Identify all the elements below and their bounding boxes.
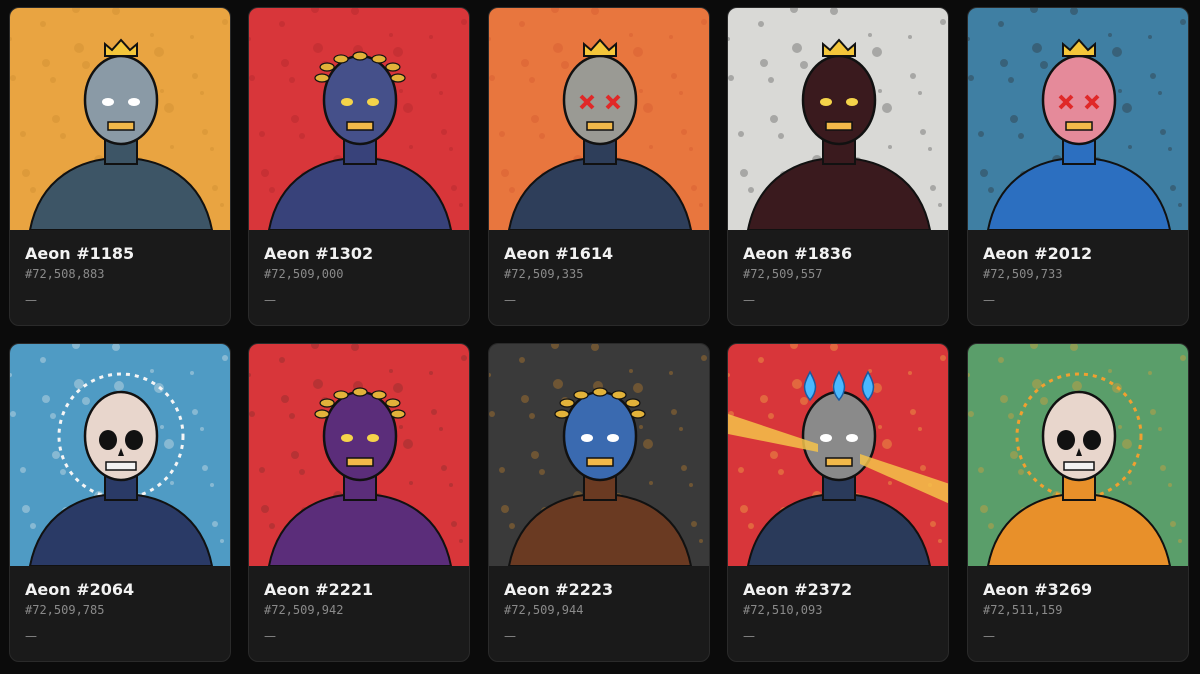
nft-card[interactable]: Aeon #1185 #72,508,883 — <box>9 7 231 326</box>
nft-card-meta: Aeon #2223 #72,509,944 — <box>504 580 699 644</box>
nft-card[interactable]: Aeon #2012 #72,509,733 — <box>967 7 1189 326</box>
nft-artwork-image <box>968 344 1188 566</box>
nft-artwork-image <box>489 344 709 566</box>
nft-name[interactable]: Aeon #2221 <box>264 580 459 600</box>
nft-card-meta: Aeon #3269 #72,511,159 — <box>983 580 1178 644</box>
nft-card-meta: Aeon #1185 #72,508,883 — <box>25 244 220 308</box>
nft-name[interactable]: Aeon #1185 <box>25 244 220 264</box>
nft-artwork[interactable] <box>489 344 709 566</box>
nft-name[interactable]: Aeon #2012 <box>983 244 1178 264</box>
nft-card-meta: Aeon #1614 #72,509,335 — <box>504 244 699 308</box>
nft-card[interactable]: Aeon #3269 #72,511,159 — <box>967 343 1189 662</box>
nft-name[interactable]: Aeon #1302 <box>264 244 459 264</box>
nft-name[interactable]: Aeon #2372 <box>743 580 938 600</box>
nft-card[interactable]: Aeon #1836 #72,509,557 — <box>727 7 949 326</box>
nft-number: #72,509,733 <box>983 267 1063 281</box>
nft-price: — <box>983 629 995 643</box>
nft-artwork-image <box>728 344 948 566</box>
nft-artwork[interactable] <box>968 344 1188 566</box>
nft-artwork[interactable] <box>10 344 230 566</box>
nft-card-meta: Aeon #1302 #72,509,000 — <box>264 244 459 308</box>
nft-card-meta: Aeon #2064 #72,509,785 — <box>25 580 220 644</box>
nft-number: #72,509,944 <box>504 603 584 617</box>
nft-number: #72,509,942 <box>264 603 344 617</box>
nft-card[interactable]: Aeon #2223 #72,509,944 — <box>488 343 710 662</box>
nft-number: #72,510,093 <box>743 603 823 617</box>
nft-artwork-image <box>968 8 1188 230</box>
nft-name[interactable]: Aeon #2064 <box>25 580 220 600</box>
nft-artwork-image <box>489 8 709 230</box>
nft-card[interactable]: Aeon #1614 #72,509,335 — <box>488 7 710 326</box>
nft-name[interactable]: Aeon #2223 <box>504 580 699 600</box>
nft-artwork-image <box>10 344 230 566</box>
nft-card[interactable]: Aeon #2221 #72,509,942 — <box>248 343 470 662</box>
nft-card-meta: Aeon #1836 #72,509,557 — <box>743 244 938 308</box>
nft-card-meta: Aeon #2372 #72,510,093 — <box>743 580 938 644</box>
nft-price: — <box>743 293 755 307</box>
nft-number: #72,511,159 <box>983 603 1063 617</box>
nft-price: — <box>25 293 37 307</box>
nft-artwork[interactable] <box>249 8 469 230</box>
nft-number: #72,509,000 <box>264 267 344 281</box>
nft-price: — <box>504 293 516 307</box>
nft-price: — <box>264 629 276 643</box>
nft-number: #72,509,557 <box>743 267 823 281</box>
nft-artwork-image <box>249 8 469 230</box>
nft-name[interactable]: Aeon #3269 <box>983 580 1178 600</box>
nft-artwork-image <box>728 8 948 230</box>
nft-card[interactable]: Aeon #1302 #72,509,000 — <box>248 7 470 326</box>
nft-price: — <box>264 293 276 307</box>
nft-number: #72,509,785 <box>25 603 105 617</box>
nft-card[interactable]: Aeon #2064 #72,509,785 — <box>9 343 231 662</box>
nft-grid: Aeon #1185 #72,508,883 — Aeon #1302 #72,… <box>0 0 1200 674</box>
nft-number: #72,508,883 <box>25 267 105 281</box>
nft-card-meta: Aeon #2221 #72,509,942 — <box>264 580 459 644</box>
nft-number: #72,509,335 <box>504 267 584 281</box>
nft-artwork[interactable] <box>489 8 709 230</box>
nft-card[interactable]: Aeon #2372 #72,510,093 — <box>727 343 949 662</box>
nft-price: — <box>983 293 995 307</box>
nft-card-meta: Aeon #2012 #72,509,733 — <box>983 244 1178 308</box>
nft-price: — <box>25 629 37 643</box>
nft-artwork-image <box>249 344 469 566</box>
nft-artwork[interactable] <box>728 8 948 230</box>
nft-artwork[interactable] <box>728 344 948 566</box>
nft-price: — <box>743 629 755 643</box>
nft-price: — <box>504 629 516 643</box>
nft-artwork[interactable] <box>249 344 469 566</box>
nft-artwork[interactable] <box>968 8 1188 230</box>
nft-artwork[interactable] <box>10 8 230 230</box>
nft-name[interactable]: Aeon #1614 <box>504 244 699 264</box>
nft-artwork-image <box>10 8 230 230</box>
nft-name[interactable]: Aeon #1836 <box>743 244 938 264</box>
